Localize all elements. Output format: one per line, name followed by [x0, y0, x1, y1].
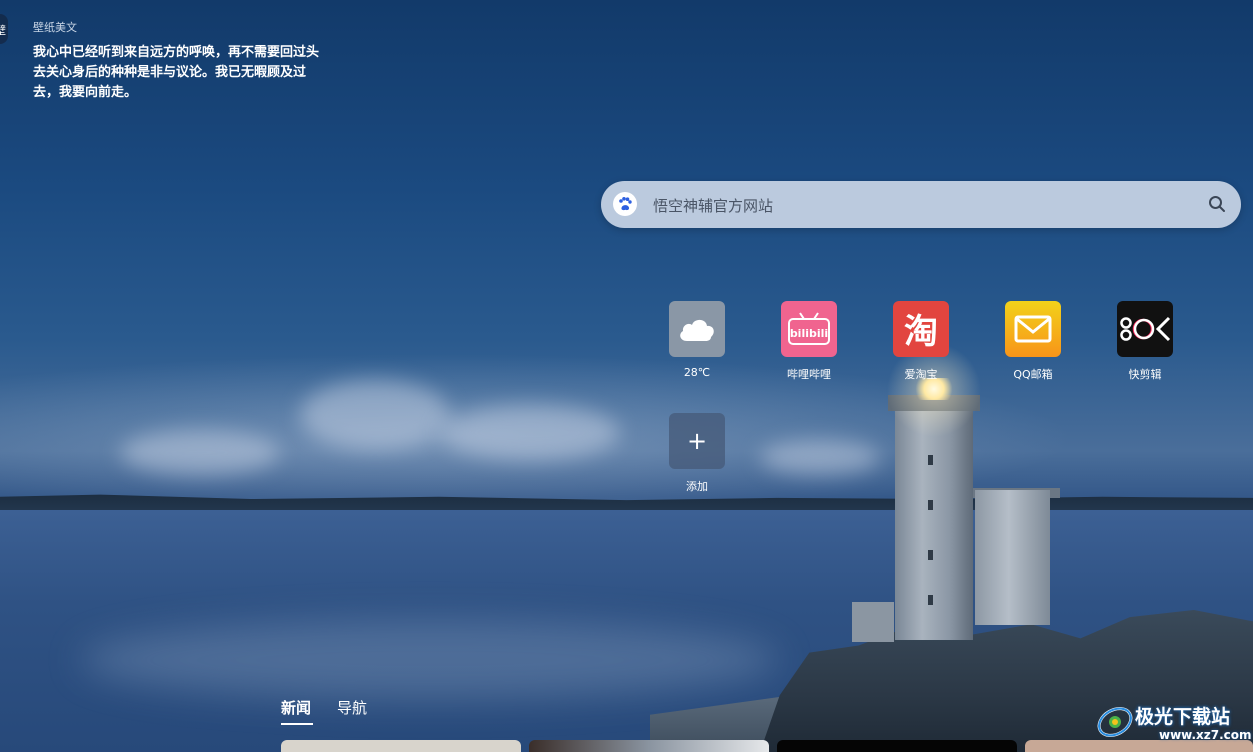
shortcut-label: 哔哩哔哩 [787, 368, 831, 381]
news-card[interactable] [281, 740, 521, 752]
weather-tile[interactable] [669, 301, 725, 357]
wallpaper-sky-glow [0, 330, 1253, 510]
search-icon[interactable] [1207, 194, 1227, 214]
plus-icon: + [686, 427, 708, 455]
svg-text:淘: 淘 [904, 312, 938, 351]
wallpaper-cloud [120, 430, 280, 475]
search-bar [601, 181, 1241, 228]
watermark-brand: 极光下载站 [1135, 706, 1231, 728]
shortcut-label: 28℃ [683, 366, 711, 379]
side-panel-toggle[interactable]: 壁 [0, 14, 8, 44]
wallpaper-house [852, 602, 894, 642]
news-card[interactable] [777, 740, 1017, 752]
aurora-logo-icon [1097, 707, 1133, 737]
tab-navigation-label: 导航 [337, 699, 368, 717]
tab-active-indicator [281, 723, 313, 725]
wallpaper-lighthouse [895, 405, 973, 640]
kuaijianji-tile[interactable] [1117, 301, 1173, 357]
lighthouse-window [928, 500, 933, 510]
wallpaper-cloud [440, 405, 620, 460]
kuaijianji-icon [1120, 316, 1171, 342]
shortcut-weather[interactable]: 28℃ [669, 301, 725, 379]
shortcut-label: 快剪辑 [1128, 368, 1162, 381]
add-shortcut[interactable]: + 添加 [669, 413, 725, 494]
shortcut-taobao[interactable]: 淘 爱淘宝 [893, 301, 949, 382]
watermark-url: www.xz7.com [1159, 728, 1252, 742]
add-shortcut-button[interactable]: + [669, 413, 725, 469]
bilibili-tile[interactable]: bilibili [781, 301, 837, 357]
wallpaper-second-tower [975, 490, 1050, 625]
shortcut-qqmail[interactable]: QQ邮箱 [1005, 301, 1061, 382]
mail-icon [1014, 315, 1052, 343]
wallpaper-cloud [760, 440, 880, 475]
wallpaper-mist [80, 620, 780, 700]
wallpaper-quote-title: 壁纸美文 [33, 21, 77, 34]
tab-news[interactable]: 新闻 [281, 697, 313, 725]
bilibili-icon: bilibili [788, 312, 830, 345]
lighthouse-window [928, 550, 933, 560]
taobao-tile[interactable]: 淘 [893, 301, 949, 357]
svg-text:bilibili: bilibili [790, 327, 828, 340]
taobao-icon: 淘 [904, 312, 938, 351]
add-shortcut-label: 添加 [686, 480, 708, 493]
news-card[interactable] [529, 740, 769, 752]
shortcut-kuaijianji[interactable]: 快剪辑 [1117, 301, 1173, 382]
wallpaper-cloud [300, 380, 450, 450]
site-watermark: 极光下载站 www.xz7.com [1093, 698, 1253, 752]
baidu-paw-icon[interactable] [613, 192, 637, 216]
lighthouse-window [928, 455, 933, 465]
tab-news-label: 新闻 [281, 699, 312, 717]
cloud-icon [680, 319, 714, 341]
browser-new-tab-page: 壁 壁纸美文 我心中已经听到来自远方的呼唤，再不需要回过头去关心身后的种种是非与… [0, 0, 1253, 752]
qqmail-tile[interactable] [1005, 301, 1061, 357]
wallpaper-quote-body: 我心中已经听到来自远方的呼唤，再不需要回过头去关心身后的种种是非与议论。我已无暇… [33, 45, 320, 100]
shortcut-label: QQ邮箱 [1013, 368, 1053, 381]
tab-navigation[interactable]: 导航 [337, 697, 367, 718]
side-panel-glyph: 壁 [0, 24, 6, 37]
shortcut-bilibili[interactable]: bilibili 哔哩哔哩 [781, 301, 837, 382]
lighthouse-window [928, 595, 933, 605]
search-input[interactable] [651, 191, 1195, 220]
shortcut-label: 爱淘宝 [904, 368, 938, 381]
wallpaper-quote: 壁纸美文 我心中已经听到来自远方的呼唤，再不需要回过头去关心身后的种种是非与议论… [33, 19, 323, 103]
